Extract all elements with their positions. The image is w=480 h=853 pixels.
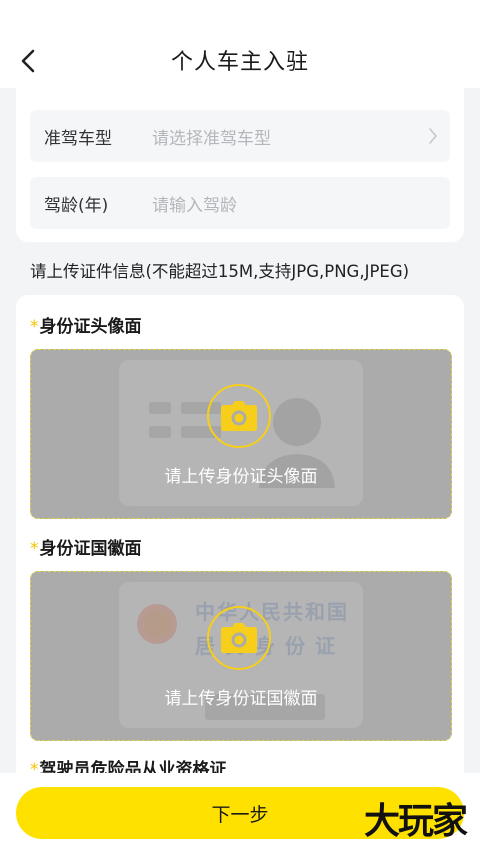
driver-info-card: 准驾车型 请选择准驾车型 驾龄(年) 请输入驾龄 [16,88,464,242]
id-front-upload[interactable]: 请上传身份证头像面 [30,349,452,519]
camera-icon [207,606,271,670]
driving-years-field[interactable]: 驾龄(年) 请输入驾龄 [30,177,450,229]
driving-years-input[interactable]: 请输入驾龄 [152,191,450,216]
id-front-upload-text: 请上传身份证头像面 [164,467,318,487]
required-mark: * [30,539,39,559]
id-back-upload[interactable]: 中华人民共和国 居民身份证 请上传身份证国徽面 [30,571,452,741]
id-back-title-text: 身份证国徽面 [39,539,142,559]
vehicle-type-label: 准驾车型 [44,128,112,149]
upload-hint: 请上传证件信息(不能超过15M,支持JPG,PNG,JPEG) [30,262,410,281]
camera-icon [207,384,271,448]
id-back-title: *身份证国徽面 [30,534,142,559]
id-front-title: *身份证头像面 [30,312,142,337]
driving-years-label: 驾龄(年) [44,195,109,216]
document-upload-card: *身份证头像面 请上传身份证头像面 *身份证国徽面 中华人民共和国 居民身份证 … [16,295,464,775]
vehicle-type-placeholder: 请选择准驾车型 [152,128,271,149]
required-mark: * [30,317,39,337]
chevron-right-icon [429,128,437,144]
page-title: 个人车主入驻 [170,50,309,75]
id-back-upload-text: 请上传身份证国徽面 [164,689,318,709]
hazmat-license-title: *驾驶员危险品从业资格证 [30,755,227,775]
watermark-logo: 大玩家 [363,801,468,842]
vehicle-type-selector[interactable]: 准驾车型 请选择准驾车型 [30,110,450,162]
app-header: 个人车主入驻 [0,0,480,88]
id-front-title-text: 身份证头像面 [39,317,142,337]
